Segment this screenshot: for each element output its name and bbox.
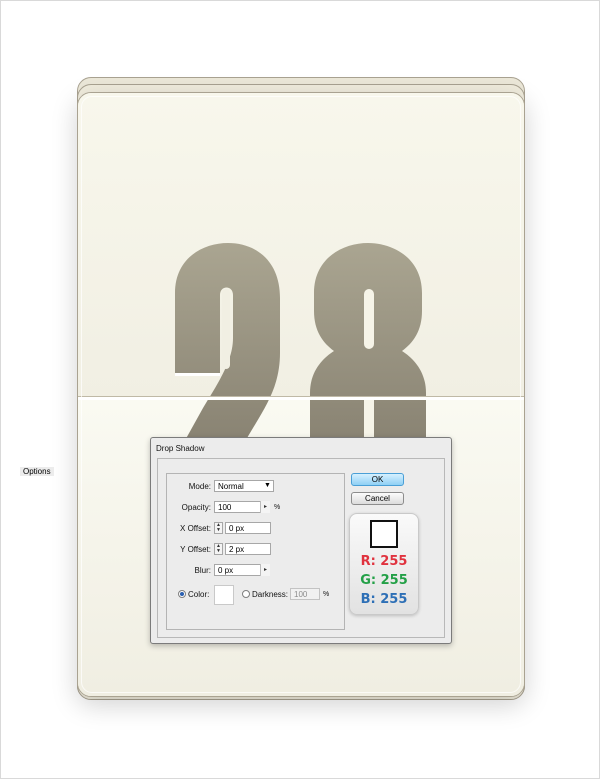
- opacity-arrow-icon[interactable]: ▸: [260, 501, 270, 513]
- color-info-panel: R: 255 G: 255 B: 255: [349, 513, 419, 615]
- blur-arrow-icon[interactable]: ▸: [260, 564, 270, 576]
- shadow-color-swatch[interactable]: [214, 585, 234, 605]
- opacity-label: Opacity:: [181, 503, 211, 512]
- x-offset-field[interactable]: 0 px: [225, 522, 271, 534]
- ok-button[interactable]: OK: [351, 473, 404, 486]
- darkness-radio[interactable]: [242, 590, 250, 598]
- green-value-label: G: 255: [360, 573, 408, 588]
- red-value-label: R: 255: [360, 554, 408, 569]
- cancel-button[interactable]: Cancel: [351, 492, 404, 505]
- mode-label: Mode:: [188, 482, 211, 491]
- blue-value-label: B: 255: [360, 592, 408, 607]
- opacity-value: 100: [218, 503, 232, 512]
- darkness-value: 100: [294, 590, 308, 599]
- color-radio-label: Color:: [188, 590, 210, 599]
- y-offset-label: Y Offset:: [180, 545, 211, 554]
- darkness-field[interactable]: 100: [290, 588, 320, 600]
- y-offset-field[interactable]: 2 px: [225, 543, 271, 555]
- y-offset-stepper-icon[interactable]: ▲ ▼: [214, 543, 223, 555]
- color-preview-swatch: [370, 520, 398, 548]
- x-offset-value: 0 px: [229, 524, 245, 533]
- color-radio[interactable]: [178, 590, 186, 598]
- y-offset-value: 2 px: [229, 545, 245, 554]
- mode-select-value: Normal: [218, 482, 244, 491]
- x-offset-stepper-icon[interactable]: ▲ ▼: [214, 522, 223, 534]
- dialog-title: Drop Shadow: [156, 444, 205, 453]
- chevron-down-icon[interactable]: ▼: [264, 482, 271, 489]
- blur-label: Blur:: [194, 566, 211, 575]
- darkness-unit: %: [323, 591, 330, 598]
- blur-value: 0 px: [218, 566, 234, 575]
- opacity-unit: %: [274, 504, 281, 511]
- darkness-radio-label: Darkness:: [252, 590, 289, 599]
- options-group-label: Options: [20, 467, 54, 476]
- x-offset-label: X Offset:: [180, 524, 211, 533]
